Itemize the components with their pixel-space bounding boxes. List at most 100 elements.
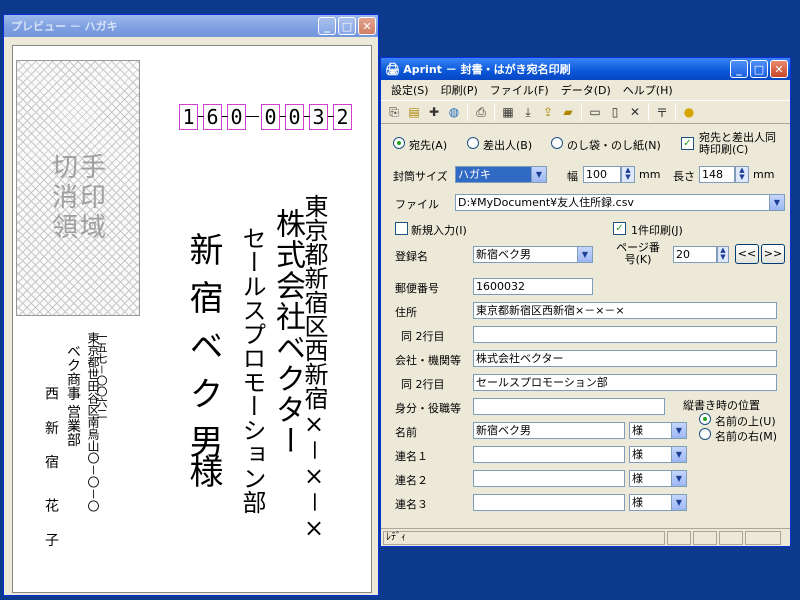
check-single-print-label: 1件印刷(J) [631, 224, 683, 237]
honorific-value: 様 [632, 472, 643, 485]
vertical-icon[interactable]: 〒 [652, 102, 672, 122]
name-label: 名前 [395, 426, 417, 439]
zip-digit-box: 1 [179, 104, 198, 130]
stamp-area: 切手消印領域 [16, 60, 140, 316]
address-label: 住所 [395, 306, 417, 319]
add-icon[interactable]: ✚ [424, 102, 444, 122]
zip-digit-box: 0 [285, 104, 304, 130]
sender-address: 東京都世田谷区南烏山〇－〇－〇 [86, 332, 100, 513]
radio-to[interactable] [393, 137, 405, 149]
aprint-title: Aprint － 封書・はがき宛名印刷 [403, 63, 571, 76]
radio-right-label: 名前の右(M) [715, 430, 778, 443]
company2-field[interactable]: セールスプロモーション部 [473, 374, 777, 391]
file-label: ファイル [395, 198, 439, 211]
chevron-down-icon[interactable]: ▼ [671, 495, 686, 510]
menu-file[interactable]: ファイル(F) [484, 82, 555, 98]
address2-field[interactable] [473, 326, 777, 343]
height-field[interactable]: 148 [699, 166, 735, 183]
list-icon[interactable]: ▤ [404, 102, 424, 122]
delete-icon[interactable]: ✕ [625, 102, 645, 122]
chevron-down-icon[interactable]: ▼ [769, 195, 784, 210]
aprint-titlebar[interactable]: 🖨 Aprint － 封書・はがき宛名印刷 _ □ ✕ [381, 58, 790, 80]
joint2-honorific-select[interactable]: 様 ▼ [629, 470, 687, 487]
print-icon[interactable]: ⎙ [471, 102, 491, 122]
width-unit: mm [639, 168, 661, 181]
menu-print[interactable]: 印刷(P) [435, 82, 484, 98]
recipient-honorific: 様 [183, 454, 223, 488]
name-field[interactable]: 新宿ベク男 [473, 422, 625, 439]
export-icon[interactable]: ⇪ [538, 102, 558, 122]
radio-noshi[interactable] [551, 137, 563, 149]
postal-field[interactable]: 1600032 [473, 278, 593, 295]
import-icon[interactable]: ⤓ [518, 102, 538, 122]
chevron-down-icon[interactable]: ▼ [531, 167, 546, 182]
menu-settings[interactable]: 設定(S) [385, 82, 435, 98]
chevron-down-icon[interactable]: ▼ [671, 423, 686, 438]
chevron-down-icon[interactable]: ▼ [671, 447, 686, 462]
radio-from-label: 差出人(B) [483, 139, 533, 152]
joint1-field[interactable] [473, 446, 625, 463]
status-panel-1 [667, 530, 691, 545]
globe-icon[interactable]: ◍ [444, 102, 464, 122]
zip-box-connector [198, 116, 204, 117]
postal-label: 郵便番号 [395, 282, 439, 295]
page-no-field[interactable]: 20 [673, 246, 717, 263]
envelope-size-select[interactable]: ハガキ ▼ [455, 166, 547, 183]
chevron-down-icon[interactable]: ▼ [577, 247, 592, 262]
check-new-entry[interactable] [395, 222, 408, 235]
next-page-button[interactable]: >> [761, 244, 785, 264]
height-spinner[interactable]: ▲ ▼ [735, 166, 749, 183]
chevron-down-icon[interactable]: ▼ [671, 471, 686, 486]
status-panel-3 [719, 530, 743, 545]
check-single-print[interactable]: ✓ [613, 222, 626, 235]
form-area: 宛先(A) 差出人(B) のし袋・のし紙(N) ✓ 宛先と差出人同時印刷(C) … [381, 124, 790, 526]
radio-noshi-label: のし袋・のし紙(N) [567, 139, 661, 152]
honorific-value: 様 [632, 424, 643, 437]
envelope-size-label: 封筒サイズ [393, 170, 448, 183]
radio-right[interactable] [699, 428, 711, 440]
page-no-spinner[interactable]: ▲ ▼ [717, 246, 729, 263]
page-no-label: ページ番号(K) [616, 241, 660, 266]
joint2-field[interactable] [473, 470, 625, 487]
table-icon[interactable]: ▦ [498, 102, 518, 122]
name-honorific-select[interactable]: 様 ▼ [629, 422, 687, 439]
joint2-label: 連名２ [395, 474, 428, 487]
paste-icon[interactable]: ▯ [605, 102, 625, 122]
preview-icon[interactable]: ⎘ [384, 102, 404, 122]
joint3-field[interactable] [473, 494, 625, 511]
maximize-button[interactable]: □ [338, 17, 356, 35]
height-unit: mm [753, 168, 775, 181]
stamp-area-label: 切手消印領域 [51, 153, 108, 243]
close-button[interactable]: ✕ [358, 17, 376, 35]
radio-above[interactable] [699, 413, 711, 425]
minimize-button[interactable]: _ [318, 17, 336, 35]
prev-page-button[interactable]: << [735, 244, 759, 264]
maximize-button[interactable]: □ [750, 60, 768, 78]
width-field[interactable]: 100 [583, 166, 621, 183]
position-field[interactable] [473, 398, 665, 415]
address-field[interactable]: 東京都新宿区西新宿×－×－× [473, 302, 777, 319]
file-select[interactable]: D:¥MyDocument¥友人住所録.csv ▼ [455, 194, 785, 211]
open-icon[interactable]: ▰ [558, 102, 578, 122]
reg-name-label: 登録名 [395, 250, 428, 263]
address2-label: 同 2行目 [401, 330, 445, 343]
reg-name-select[interactable]: 新宿ベク男 ▼ [473, 246, 593, 263]
minimize-button[interactable]: _ [730, 60, 748, 78]
close-button[interactable]: ✕ [770, 60, 788, 78]
joint3-honorific-select[interactable]: 様 ▼ [629, 494, 687, 511]
radio-from[interactable] [467, 137, 479, 149]
joint1-honorific-select[interactable]: 様 ▼ [629, 446, 687, 463]
preview-titlebar[interactable]: プレビュー － ハガキ _ □ ✕ [4, 15, 378, 37]
menu-help[interactable]: ヘルプ(H) [617, 82, 679, 98]
radio-to-label: 宛先(A) [409, 139, 448, 152]
status-panel-4 [745, 530, 781, 545]
check-both[interactable]: ✓ [681, 137, 694, 150]
recipient-name: 新宿ベク男 [183, 232, 223, 472]
width-label: 幅 [567, 170, 578, 183]
menu-data[interactable]: データ(D) [555, 82, 617, 98]
bulb-icon[interactable]: ● [679, 102, 699, 122]
company-field[interactable]: 株式会社ベクター [473, 350, 777, 367]
copy-icon[interactable]: ▭ [585, 102, 605, 122]
width-spinner[interactable]: ▲ ▼ [621, 166, 635, 183]
vertical-pos-label: 縦書き時の位置 [683, 399, 760, 412]
